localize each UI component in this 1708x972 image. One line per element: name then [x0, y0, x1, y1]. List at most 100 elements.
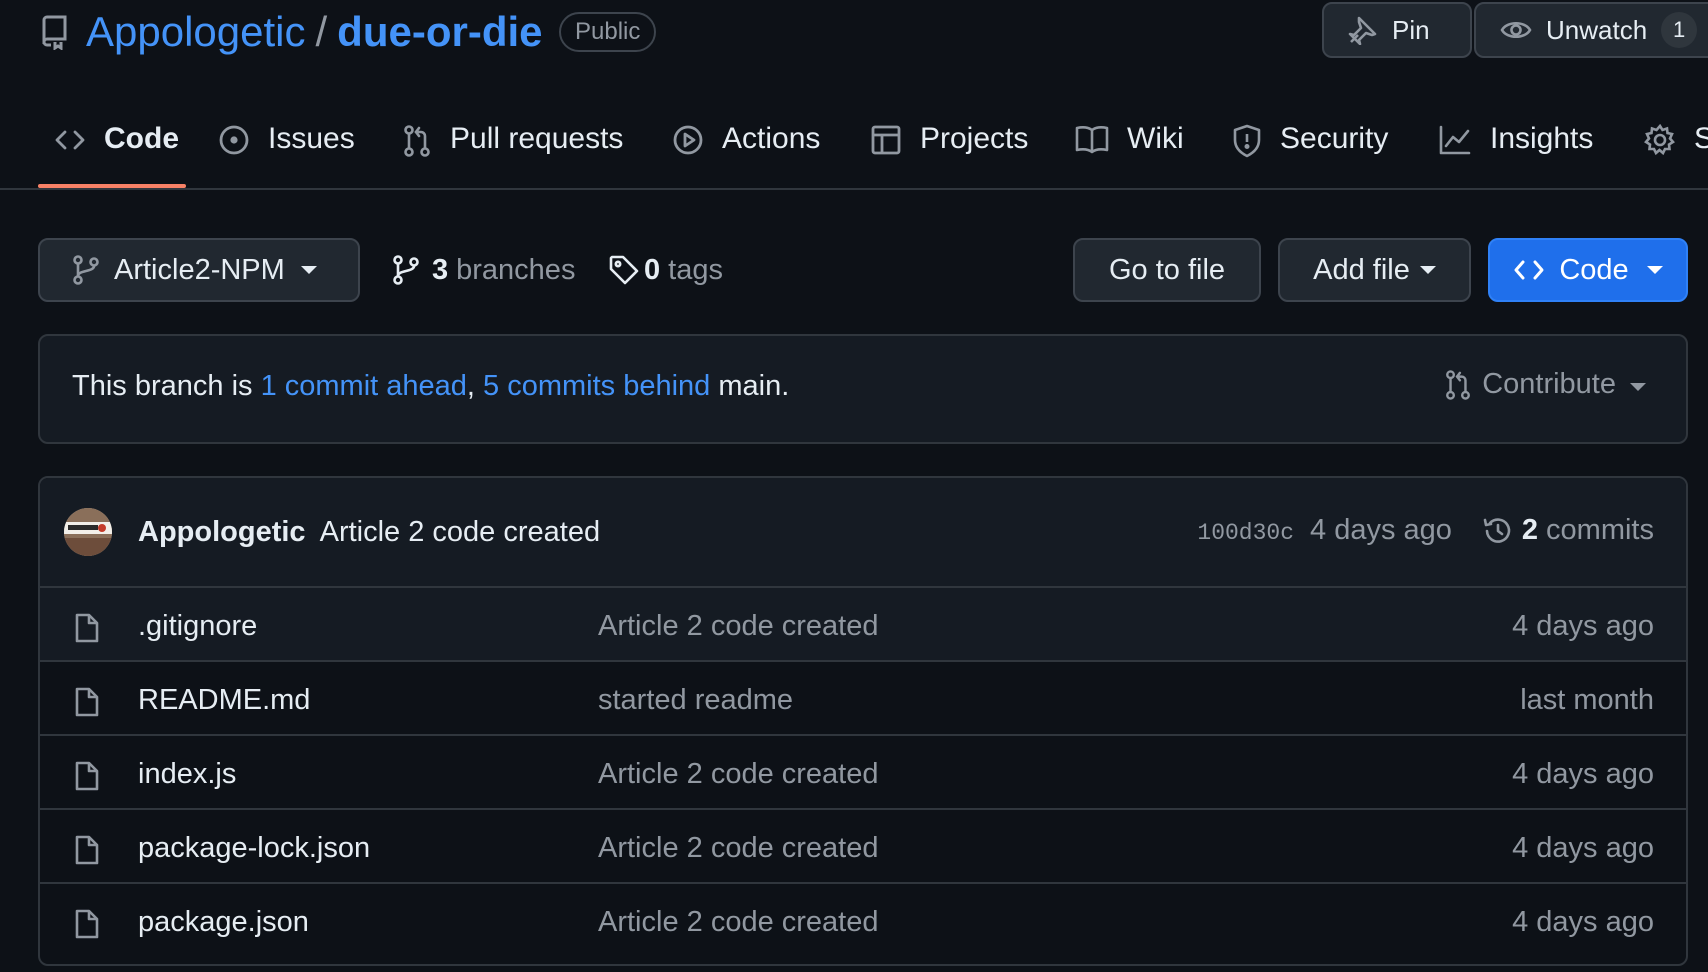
code-button[interactable]: Code	[1488, 238, 1688, 302]
repo-icon	[40, 14, 68, 50]
branch-icon	[392, 254, 420, 286]
gear-icon	[1644, 122, 1694, 156]
file-name-link[interactable]: package.json	[138, 906, 309, 939]
repo-header: Appologetic / due-or-die Public Pin Unwa…	[0, 0, 1708, 64]
contribute-label: Contribute	[1482, 368, 1616, 400]
tab-pull-requests[interactable]: Pull requests	[402, 104, 623, 188]
shield-icon	[1232, 122, 1280, 158]
code-icon	[54, 122, 104, 156]
repo-owner-link[interactable]: Appologetic	[86, 8, 306, 56]
repo-tabs: Code Issues Pull requests Actions Projec…	[0, 104, 1708, 190]
pin-label: Pin	[1392, 14, 1430, 45]
table-row[interactable]: package.json Article 2 code created 4 da…	[40, 884, 1686, 958]
commit-author-link[interactable]: Appologetic	[138, 516, 306, 548]
table-icon	[870, 122, 920, 156]
unwatch-button[interactable]: Unwatch 1	[1474, 2, 1708, 58]
file-age: 4 days ago	[1512, 610, 1654, 642]
commit-message-link[interactable]: Article 2 code created	[320, 516, 600, 548]
file-commit-link[interactable]: Article 2 code created	[598, 906, 878, 939]
commit-sha-link[interactable]: 100d30c	[1197, 520, 1294, 546]
branches-label: branches	[456, 253, 576, 286]
file-icon	[74, 760, 100, 792]
pull-request-icon	[402, 122, 450, 158]
file-name-link[interactable]: package-lock.json	[138, 832, 370, 865]
tags-count: 0	[644, 253, 661, 286]
avatar[interactable]	[64, 508, 112, 556]
eye-icon	[1500, 17, 1546, 43]
file-commit-link[interactable]: Article 2 code created	[598, 832, 878, 865]
file-commit-link[interactable]: Article 2 code created	[598, 610, 878, 643]
branch-status-text: This branch is 1 commit ahead, 5 commits…	[72, 370, 789, 403]
pin-icon	[1348, 15, 1392, 45]
tab-label: Projects	[920, 122, 1029, 155]
branches-count: 3	[432, 253, 449, 286]
active-tab-indicator	[38, 184, 186, 188]
tab-label: Security	[1280, 122, 1389, 155]
file-table: Appologetic Article 2 code created 100d3…	[38, 476, 1688, 966]
add-file-label: Add file	[1313, 253, 1410, 286]
file-age: 4 days ago	[1512, 758, 1654, 790]
branch-name: Article2-NPM	[114, 253, 285, 286]
table-row[interactable]: index.js Article 2 code created 4 days a…	[40, 736, 1686, 810]
branch-status-box: This branch is 1 commit ahead, 5 commits…	[38, 334, 1688, 444]
latest-commit-row: Appologetic Article 2 code created 100d3…	[40, 478, 1686, 588]
watch-counter: 1	[1661, 12, 1698, 48]
branch-icon	[72, 254, 100, 286]
tab-actions[interactable]: Actions	[672, 104, 820, 188]
branches-link[interactable]: 3 branches	[392, 248, 575, 292]
file-commit-link[interactable]: started readme	[598, 684, 793, 717]
code-icon	[1513, 256, 1545, 284]
latest-commit-meta: 100d30c 4 days ago 2 commits	[1197, 514, 1654, 547]
file-name-link[interactable]: index.js	[138, 758, 236, 791]
file-icon	[74, 686, 100, 718]
commits-ahead-link[interactable]: 1 commit ahead	[261, 370, 467, 402]
file-age: last month	[1520, 684, 1654, 716]
chevron-down-icon	[1646, 266, 1663, 274]
graph-icon	[1438, 122, 1490, 156]
go-to-file-button[interactable]: Go to file	[1073, 238, 1261, 302]
file-icon	[74, 908, 100, 940]
commits-history-link[interactable]: 2 commits	[1482, 514, 1654, 547]
tags-label: tags	[668, 253, 723, 286]
file-name-link[interactable]: .gitignore	[138, 610, 257, 643]
book-icon	[1075, 122, 1127, 154]
chevron-down-icon	[1419, 266, 1436, 274]
tag-icon	[608, 254, 640, 286]
chevron-down-icon	[1630, 382, 1646, 391]
latest-commit-message: Appologetic Article 2 code created	[138, 516, 600, 549]
tab-label: Issues	[268, 122, 355, 155]
tab-security[interactable]: Security	[1232, 104, 1388, 188]
table-row[interactable]: package-lock.json Article 2 code created…	[40, 810, 1686, 884]
visibility-badge: Public	[559, 12, 657, 52]
status-prefix: This branch is	[72, 370, 261, 402]
repo-name-link[interactable]: due-or-die	[337, 8, 542, 56]
tab-issues[interactable]: Issues	[218, 104, 355, 188]
commits-count: 2	[1521, 514, 1539, 546]
status-suffix: main.	[710, 370, 790, 402]
pin-button[interactable]: Pin	[1322, 2, 1472, 58]
file-icon	[74, 834, 100, 866]
file-commit-link[interactable]: Article 2 code created	[598, 758, 878, 791]
tab-wiki[interactable]: Wiki	[1075, 104, 1184, 188]
tab-label: Insights	[1490, 122, 1594, 155]
contribute-dropdown[interactable]: Contribute	[1444, 368, 1646, 401]
tab-label: Actions	[722, 122, 821, 155]
add-file-button[interactable]: Add file	[1278, 238, 1471, 302]
status-comma: ,	[466, 370, 484, 402]
repo-title: Appologetic / due-or-die	[86, 6, 543, 58]
tab-insights[interactable]: Insights	[1438, 104, 1593, 188]
tab-label: Wiki	[1127, 122, 1184, 155]
tags-link[interactable]: 0 tags	[608, 248, 723, 292]
commits-behind-link[interactable]: 5 commits behind	[483, 370, 710, 402]
tab-settings[interactable]: S	[1644, 104, 1708, 188]
branch-selector[interactable]: Article2-NPM	[38, 238, 360, 302]
tab-code[interactable]: Code	[54, 104, 179, 188]
tab-label: Code	[104, 122, 179, 155]
tab-projects[interactable]: Projects	[870, 104, 1028, 188]
file-name-link[interactable]: README.md	[138, 684, 310, 717]
table-row[interactable]: .gitignore Article 2 code created 4 days…	[40, 588, 1686, 662]
code-button-label: Code	[1559, 253, 1629, 286]
table-row[interactable]: README.md started readme last month	[40, 662, 1686, 736]
commits-label: commits	[1546, 514, 1654, 546]
tab-label: Pull requests	[450, 122, 624, 155]
